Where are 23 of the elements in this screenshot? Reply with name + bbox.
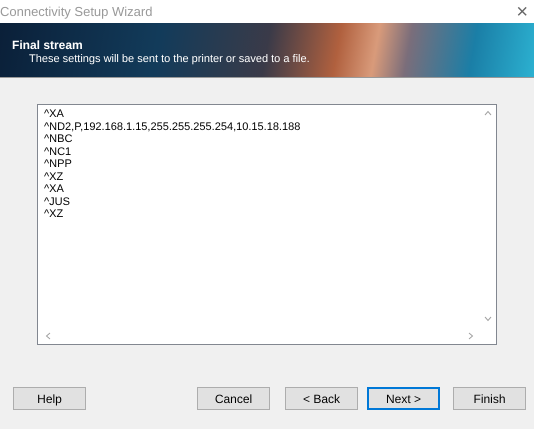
stream-line: ^XZ	[44, 208, 64, 220]
stream-line: ^NBC	[44, 133, 72, 146]
stream-text-area[interactable]: ^XA ^ND2,P,192.168.1.15,255.255.255.254,10.15.18.188 ^NBC ^NC1 ^NPP ^XZ ^XA ^JUS ^XZ	[37, 104, 497, 345]
stream-line: ^NC1	[44, 146, 72, 158]
stream-line: ^XZ	[44, 170, 64, 183]
scroll-down-icon[interactable]	[484, 316, 492, 322]
wizard-button[interactable]: Finish	[453, 387, 526, 410]
scroll-left-icon[interactable]	[45, 332, 51, 340]
page-subtitle: These settings will be sent to the printer or saved to a file.	[29, 52, 311, 64]
wizard-button[interactable]: Help	[13, 387, 86, 410]
scroll-right-icon[interactable]	[468, 332, 474, 340]
wizard-button[interactable]: Next >	[367, 387, 440, 410]
stream-line: ^NPP	[44, 158, 72, 170]
stream-line: ^XA	[44, 183, 64, 196]
stream-line: ^XA	[44, 108, 64, 120]
window-title: Connectivity Setup Wizard	[0, 4, 152, 19]
scroll-up-icon[interactable]	[484, 110, 492, 116]
wizard-button[interactable]: < Back	[285, 387, 358, 410]
wizard-button[interactable]: Cancel	[197, 387, 270, 410]
stream-line: ^JUS	[44, 196, 70, 208]
close-button[interactable]: ×	[516, 2, 528, 22]
page-title: Final stream	[12, 38, 84, 52]
stream-line: ^ND2,P,192.168.1.15,255.255.255.254,10.15.18.188	[44, 120, 300, 133]
